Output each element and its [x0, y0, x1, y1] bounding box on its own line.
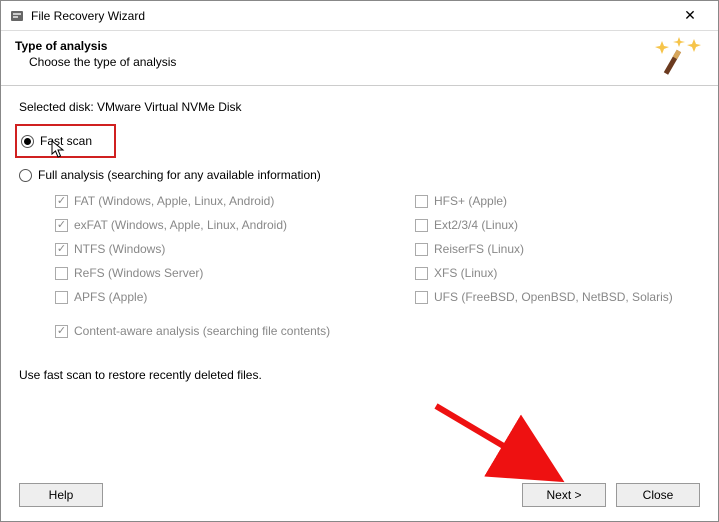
- annotation-arrow-icon: [431, 401, 571, 491]
- checkbox-indicator: [415, 219, 428, 232]
- checkbox-indicator: [55, 243, 68, 256]
- page-subtitle: Choose the type of analysis: [29, 55, 652, 69]
- wizard-header: Type of analysis Choose the type of anal…: [1, 31, 718, 86]
- filesystem-grid: FAT (Windows, Apple, Linux, Android) HFS…: [55, 194, 700, 304]
- checkbox-exfat[interactable]: exFAT (Windows, Apple, Linux, Android): [55, 218, 415, 232]
- checkbox-label: Content-aware analysis (searching file c…: [74, 324, 330, 338]
- checkbox-indicator: [55, 219, 68, 232]
- button-spacer: [113, 483, 512, 507]
- checkbox-indicator: [55, 195, 68, 208]
- close-window-button[interactable]: Close: [616, 483, 700, 507]
- radio-fast-scan-indicator: [21, 135, 34, 148]
- checkbox-indicator: [415, 243, 428, 256]
- checkbox-indicator: [415, 195, 428, 208]
- fast-scan-highlight: Fast scan: [15, 124, 116, 158]
- checkbox-ntfs[interactable]: NTFS (Windows): [55, 242, 415, 256]
- close-button[interactable]: ✕: [670, 2, 710, 30]
- checkbox-xfs[interactable]: XFS (Linux): [415, 266, 715, 280]
- checkbox-hfs[interactable]: HFS+ (Apple): [415, 194, 715, 208]
- checkbox-indicator: [415, 291, 428, 304]
- checkbox-ext[interactable]: Ext2/3/4 (Linux): [415, 218, 715, 232]
- checkbox-label: FAT (Windows, Apple, Linux, Android): [74, 194, 274, 208]
- checkbox-label: UFS (FreeBSD, OpenBSD, NetBSD, Solaris): [434, 290, 673, 304]
- app-icon: [9, 8, 25, 24]
- checkbox-label: APFS (Apple): [74, 290, 147, 304]
- checkbox-label: ReiserFS (Linux): [434, 242, 524, 256]
- checkbox-ufs[interactable]: UFS (FreeBSD, OpenBSD, NetBSD, Solaris): [415, 290, 715, 304]
- checkbox-indicator: [415, 267, 428, 280]
- help-button[interactable]: Help: [19, 483, 103, 507]
- checkbox-content-aware[interactable]: Content-aware analysis (searching file c…: [55, 324, 700, 338]
- selected-disk-label: Selected disk: VMware Virtual NVMe Disk: [19, 100, 700, 114]
- mouse-cursor-icon: [51, 140, 65, 161]
- checkbox-label: HFS+ (Apple): [434, 194, 507, 208]
- checkbox-indicator: [55, 325, 68, 338]
- wizard-wand-icon: [652, 37, 704, 75]
- titlebar: File Recovery Wizard ✕: [1, 1, 718, 31]
- radio-full-analysis-label: Full analysis (searching for any availab…: [38, 168, 321, 182]
- radio-fast-scan-label: Fast scan: [40, 134, 92, 148]
- button-row: Help Next > Close: [19, 483, 700, 507]
- checkbox-refs[interactable]: ReFS (Windows Server): [55, 266, 415, 280]
- next-button[interactable]: Next >: [522, 483, 606, 507]
- checkbox-label: exFAT (Windows, Apple, Linux, Android): [74, 218, 287, 232]
- checkbox-apfs[interactable]: APFS (Apple): [55, 290, 415, 304]
- content-area: Selected disk: VMware Virtual NVMe Disk …: [1, 86, 718, 382]
- radio-full-analysis[interactable]: Full analysis (searching for any availab…: [19, 168, 700, 182]
- checkbox-indicator: [55, 291, 68, 304]
- checkbox-label: NTFS (Windows): [74, 242, 165, 256]
- hint-text: Use fast scan to restore recently delete…: [19, 368, 700, 382]
- page-title: Type of analysis: [15, 39, 652, 53]
- checkbox-reiserfs[interactable]: ReiserFS (Linux): [415, 242, 715, 256]
- checkbox-fat[interactable]: FAT (Windows, Apple, Linux, Android): [55, 194, 415, 208]
- checkbox-label: XFS (Linux): [434, 266, 497, 280]
- checkbox-indicator: [55, 267, 68, 280]
- checkbox-label: Ext2/3/4 (Linux): [434, 218, 518, 232]
- radio-full-analysis-indicator: [19, 169, 32, 182]
- window-title: File Recovery Wizard: [31, 9, 670, 23]
- checkbox-label: ReFS (Windows Server): [74, 266, 203, 280]
